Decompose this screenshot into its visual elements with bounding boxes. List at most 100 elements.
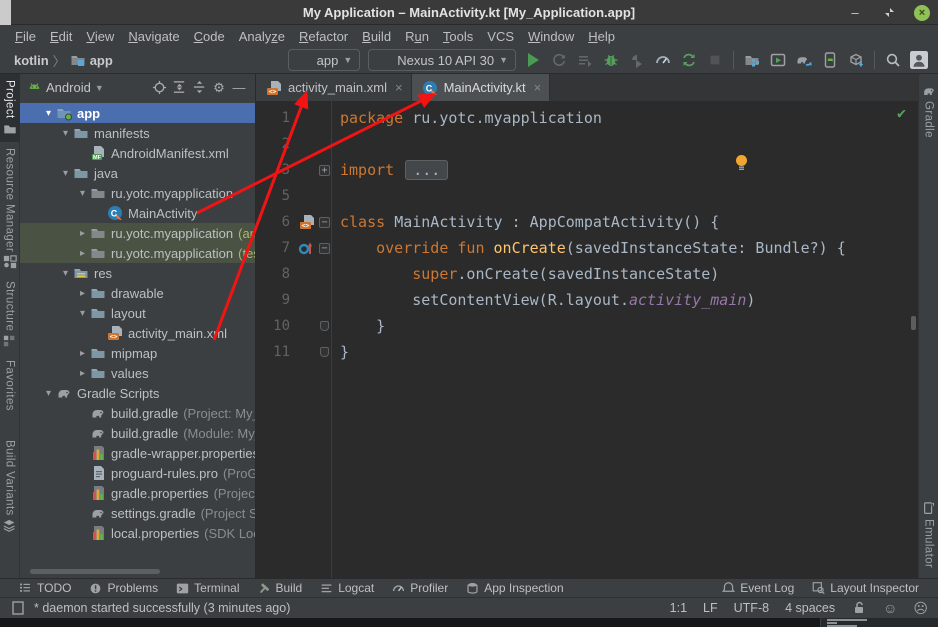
chevron-right-icon[interactable]: ▸ <box>75 248 90 259</box>
menu-help[interactable]: Help <box>581 27 622 46</box>
tree-item-proguard-rules-pro[interactable]: proguard-rules.pro(ProGuar <box>20 463 255 483</box>
chevron-down-icon[interactable]: ▾ <box>41 108 56 119</box>
code-line-2[interactable]: 2 <box>256 131 918 157</box>
code-line-9[interactable]: 9 setContentView(R.layout.activity_main) <box>256 287 918 313</box>
editor-tab-mainactivity-kt[interactable]: CMainActivity.kt × <box>412 74 551 101</box>
tree-horizontal-scrollbar[interactable] <box>30 569 160 574</box>
tool-stripe-resource-manager[interactable]: Resource Manager <box>0 142 20 275</box>
tree-item-mipmap[interactable]: ▸mipmap <box>20 343 255 363</box>
tool-stripe-structure[interactable]: Structure <box>0 275 20 354</box>
code-line-11[interactable]: 11} <box>256 339 918 365</box>
editor-body[interactable]: ✔ 1package ru.yotc.myapplication23+impor… <box>256 101 918 578</box>
code-line-1[interactable]: 1package ru.yotc.myapplication <box>256 105 918 131</box>
tree-item-build-gradle[interactable]: build.gradle(Project: My_Ap <box>20 403 255 423</box>
tree-item-build-gradle[interactable]: build.gradle(Module: My_Ap <box>20 423 255 443</box>
code-line-7[interactable]: 7− override fun onCreate(savedInstanceSt… <box>256 235 918 261</box>
tool-stripe-favorites[interactable]: Favorites <box>0 354 20 434</box>
editor-tab-activity-main-xml[interactable]: <>activity_main.xml × <box>256 74 412 101</box>
make-project-button[interactable] <box>259 49 283 71</box>
project-view-selector[interactable]: Android <box>46 80 91 95</box>
menu-navigate[interactable]: Navigate <box>121 27 186 46</box>
chevron-down-icon[interactable]: ▾ <box>58 168 73 179</box>
locate-icon[interactable] <box>149 78 169 98</box>
chevron-down-icon[interactable]: ▾ <box>75 308 90 319</box>
settings-icon[interactable]: ⚙ <box>209 78 229 98</box>
attach-debugger-button[interactable] <box>625 49 649 71</box>
tool-stripe-emulator[interactable]: Emulator <box>919 496 938 574</box>
chevron-down-icon[interactable]: ▾ <box>75 188 90 199</box>
tree-item-gradle-scripts[interactable]: ▾Gradle Scripts <box>20 383 255 403</box>
profile-button[interactable] <box>651 49 675 71</box>
indent-setting[interactable]: 4 spaces <box>785 601 835 615</box>
tree-item-gradle-properties[interactable]: gradle.properties(Project Pr <box>20 483 255 503</box>
expand-all-icon[interactable] <box>169 78 189 98</box>
tree-item-ru-yotc-myapplication[interactable]: ▸ru.yotc.myapplication(tes <box>20 243 255 263</box>
tool-window-logcat[interactable]: Logcat <box>311 579 383 597</box>
close-tab-icon[interactable]: × <box>534 80 542 95</box>
happy-face-icon[interactable]: ☺ <box>883 600 897 616</box>
file-encoding[interactable]: UTF-8 <box>734 601 769 615</box>
menu-file[interactable]: File <box>8 27 43 46</box>
chevron-down-icon[interactable]: ▾ <box>58 128 73 139</box>
menu-analyze[interactable]: Analyze <box>232 27 292 46</box>
chevron-down-icon[interactable]: ▾ <box>41 388 56 399</box>
device-select[interactable]: Nexus 10 API 30▼ <box>368 49 516 71</box>
chevron-right-icon[interactable]: ▸ <box>75 228 90 239</box>
tree-item-app[interactable]: ▾app <box>20 103 255 123</box>
chevron-right-icon[interactable]: ▸ <box>75 288 90 299</box>
device-manager-button[interactable] <box>740 49 764 71</box>
run-button[interactable] <box>521 49 545 71</box>
gradle-sync-button[interactable] <box>792 49 816 71</box>
avd-manager-button[interactable] <box>766 49 790 71</box>
apply-changes-button[interactable] <box>573 49 597 71</box>
search-everywhere-button[interactable] <box>881 49 905 71</box>
breadcrumb-kotlin[interactable]: kotlin <box>14 53 49 68</box>
tool-stripe-project[interactable]: Project <box>0 74 20 142</box>
restart-activity-button[interactable] <box>547 49 571 71</box>
fold-collapse-icon[interactable]: − <box>319 243 330 254</box>
menu-window[interactable]: Window <box>521 27 581 46</box>
menu-tools[interactable]: Tools <box>436 27 480 46</box>
tool-window-app-inspection[interactable]: App Inspection <box>457 579 572 597</box>
menu-edit[interactable]: Edit <box>43 27 79 46</box>
apply-code-changes-button[interactable] <box>677 49 701 71</box>
minimize-button[interactable]: – <box>846 4 864 22</box>
caret-position[interactable]: 1:1 <box>670 601 687 615</box>
sdk-manager-button[interactable] <box>818 49 842 71</box>
device-explorer-button[interactable] <box>844 49 868 71</box>
tool-window-layout-inspector[interactable]: Layout Inspector <box>803 581 928 595</box>
close-tab-icon[interactable]: × <box>395 80 403 95</box>
chevron-right-icon[interactable]: ▸ <box>75 348 90 359</box>
chevron-right-icon[interactable]: ▸ <box>75 368 90 379</box>
menu-code[interactable]: Code <box>187 27 232 46</box>
code-line-6[interactable]: 6<>−class MainActivity : AppCompatActivi… <box>256 209 918 235</box>
tree-item-manifests[interactable]: ▾manifests <box>20 123 255 143</box>
code-line-5[interactable]: 5 <box>256 183 918 209</box>
tree-item-drawable[interactable]: ▸drawable <box>20 283 255 303</box>
menu-view[interactable]: View <box>79 27 121 46</box>
menu-build[interactable]: Build <box>355 27 398 46</box>
tree-item-values[interactable]: ▸values <box>20 363 255 383</box>
tool-window-terminal[interactable]: Terminal <box>167 579 248 597</box>
tool-window-profiler[interactable]: Profiler <box>383 579 457 597</box>
chevron-down-icon[interactable]: ▾ <box>58 268 73 279</box>
menu-run[interactable]: Run <box>398 27 436 46</box>
sad-face-icon[interactable]: ☹ <box>913 600 928 617</box>
breadcrumb-app[interactable]: app <box>90 53 113 68</box>
fold-expand-icon[interactable]: + <box>319 165 330 176</box>
tool-stripe-build-variants[interactable]: Build Variants <box>0 434 20 539</box>
tree-item-ru-yotc-myapplication[interactable]: ▸ru.yotc.myapplication(an <box>20 223 255 243</box>
collapse-all-icon[interactable] <box>189 78 209 98</box>
unlock-icon[interactable] <box>851 600 867 616</box>
fold-collapse-icon[interactable]: − <box>319 217 330 228</box>
close-button[interactable]: × <box>914 5 930 21</box>
tree-item-local-properties[interactable]: local.properties(SDK Locatio <box>20 523 255 543</box>
run-config-select[interactable]: app▼ <box>288 49 361 71</box>
code-line-10[interactable]: 10 } <box>256 313 918 339</box>
code-line-3[interactable]: 3+import ... <box>256 157 918 183</box>
restore-button[interactable] <box>880 4 898 22</box>
tree-item-res[interactable]: ▾res <box>20 263 255 283</box>
tool-window-event-log[interactable]: Event Log <box>713 581 803 595</box>
tool-window-todo[interactable]: TODO <box>10 579 80 597</box>
menu-refactor[interactable]: Refactor <box>292 27 355 46</box>
